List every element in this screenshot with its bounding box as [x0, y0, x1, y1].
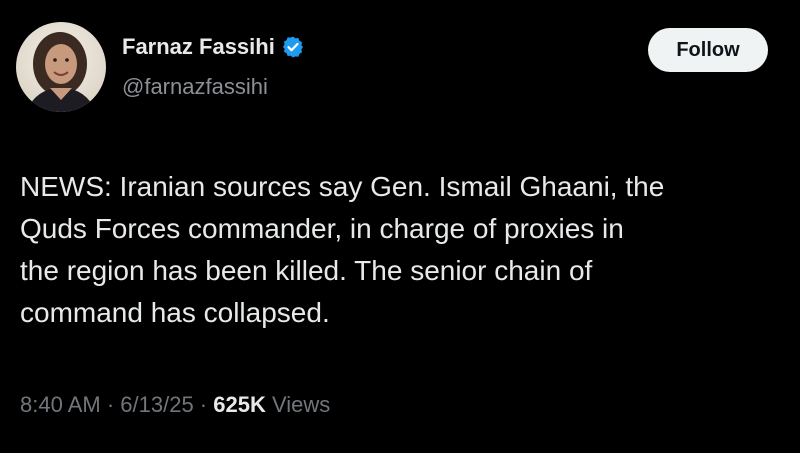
author-name-row: Farnaz Fassihi [122, 34, 305, 60]
tweet-date[interactable]: 6/13/25 [120, 392, 193, 417]
tweet-text-line: NEWS: Iranian sources say Gen. Ismail Gh… [20, 171, 665, 202]
verified-badge-icon [281, 35, 305, 59]
avatar-image [16, 22, 106, 112]
tweet-text-line: the region has been killed. The senior c… [20, 255, 593, 286]
tweet-text: NEWS: Iranian sources say Gen. Ismail Gh… [20, 166, 780, 334]
author-handle[interactable]: @farnazfassihi [122, 74, 268, 100]
meta-separator: · [193, 392, 214, 417]
tweet-text-line: command has collapsed. [20, 297, 330, 328]
author-display-name[interactable]: Farnaz Fassihi [122, 34, 275, 60]
follow-button[interactable]: Follow [648, 28, 768, 72]
tweet-card: Farnaz Fassihi @farnazfassihi Follow NEW… [0, 0, 800, 453]
views-count: 625K [213, 392, 266, 417]
author-avatar[interactable] [16, 22, 106, 112]
meta-separator: · [100, 392, 121, 417]
tweet-metadata: 8:40 AM · 6/13/25 · 625K Views [20, 392, 330, 418]
tweet-time[interactable]: 8:40 AM [20, 392, 101, 417]
tweet-text-line: Quds Forces commander, in charge of prox… [20, 213, 624, 244]
views-label: Views [265, 392, 331, 417]
